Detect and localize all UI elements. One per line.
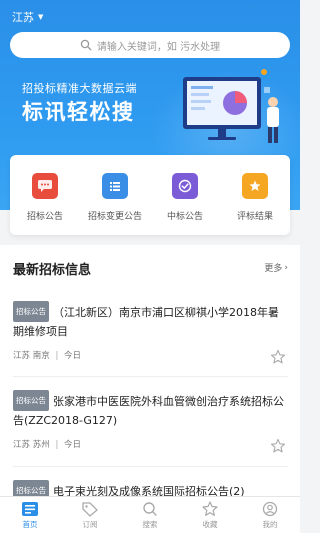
item-meta: 江苏 南京 | 今日: [13, 349, 288, 361]
meta-separator: |: [55, 440, 59, 450]
more-label: 更多: [264, 264, 283, 274]
tab-label: 首页: [22, 519, 38, 529]
tab-label: 搜索: [142, 519, 158, 529]
divider: [13, 376, 288, 377]
item-title: 招标公告 张家港市中医医院外科血管微创治疗系统招标公告(ZZC2018-G127): [13, 390, 288, 430]
latest-bids-section: 最新招标信息 更多 › 招标公告 （江北新区）南京市浦口区柳祺小学2018年暑期维…: [0, 245, 300, 533]
item-title-text: 张家港市中医医院外科血管微创治疗系统招标公告(ZZC2018-G127): [13, 395, 284, 427]
tab-favorites[interactable]: 收藏: [185, 500, 235, 530]
banner-subtitle: 招投标精准大数据云端: [22, 82, 137, 95]
favorite-star-icon[interactable]: [270, 438, 286, 454]
caret-down-icon: ▼: [38, 13, 44, 21]
region-selector[interactable]: 江苏 ▼: [12, 9, 43, 25]
category-label: 评标结果: [236, 212, 273, 222]
category-panel: 招标公告 招标变更公告 中标公告 评标结果: [10, 155, 290, 235]
item-title-text: （江北新区）南京市浦口区柳祺小学2018年暑期维修项目: [13, 306, 279, 338]
more-link[interactable]: 更多 ›: [264, 261, 288, 275]
tab-subscribe[interactable]: 订阅: [65, 501, 115, 530]
search-icon: [143, 501, 157, 516]
category-label: 中标公告: [166, 212, 203, 222]
category-bid-notice[interactable]: 招标公告: [13, 173, 77, 222]
chevron-right-icon: ›: [284, 262, 288, 273]
chat-icon: [32, 173, 58, 199]
search-placeholder: 请输入关键词，如 污水处理: [96, 41, 221, 53]
tab-label: 收藏: [202, 519, 218, 529]
item-title: 招标公告 （江北新区）南京市浦口区柳祺小学2018年暑期维修项目: [13, 301, 288, 341]
user-icon: [262, 501, 278, 516]
category-label: 招标变更公告: [87, 212, 142, 222]
divider: [13, 466, 288, 467]
item-tag: 招标公告: [13, 301, 49, 322]
item-meta: 江苏 苏州 | 今日: [13, 438, 288, 450]
search-icon: [80, 39, 92, 51]
item-tag: 招标公告: [13, 390, 49, 411]
star-icon: [242, 173, 268, 199]
banner-title: 标讯轻松搜: [22, 100, 135, 124]
tab-profile[interactable]: 我的: [245, 501, 295, 530]
category-change-notice[interactable]: 招标变更公告: [83, 173, 147, 222]
item-date: 今日: [64, 440, 82, 450]
home-icon: [22, 501, 38, 516]
item-province: 江苏: [13, 440, 31, 450]
list-item[interactable]: 招标公告 张家港市中医医院外科血管微创治疗系统招标公告(ZZC2018-G127)…: [13, 390, 288, 453]
list-item[interactable]: 招标公告 （江北新区）南京市浦口区柳祺小学2018年暑期维修项目 江苏 南京 | …: [13, 301, 288, 364]
category-evaluation-result[interactable]: 评标结果: [223, 173, 287, 222]
tab-search[interactable]: 搜索: [125, 501, 175, 530]
dashboard-illustration: [183, 69, 279, 143]
star-outline-icon: [202, 500, 218, 516]
search-input[interactable]: 请输入关键词，如 污水处理: [10, 32, 290, 58]
tag-icon: [82, 501, 98, 517]
list-icon: [102, 173, 128, 199]
item-city: 南京: [32, 351, 50, 361]
tab-label: 我的: [262, 519, 278, 529]
section-title: 最新招标信息: [13, 263, 92, 278]
check-icon: [172, 173, 198, 199]
category-label: 招标公告: [26, 212, 63, 222]
item-city: 苏州: [32, 440, 50, 450]
tab-home[interactable]: 首页: [5, 501, 55, 530]
favorite-star-icon[interactable]: [270, 349, 286, 365]
region-label: 江苏: [12, 11, 34, 24]
item-date: 今日: [64, 351, 82, 361]
item-province: 江苏: [13, 351, 31, 361]
tab-label: 订阅: [82, 519, 98, 529]
bottom-tab-bar: 首页 订阅 搜索 收藏 我的: [0, 496, 300, 533]
meta-separator: |: [55, 351, 59, 361]
category-award-notice[interactable]: 中标公告: [153, 173, 217, 222]
